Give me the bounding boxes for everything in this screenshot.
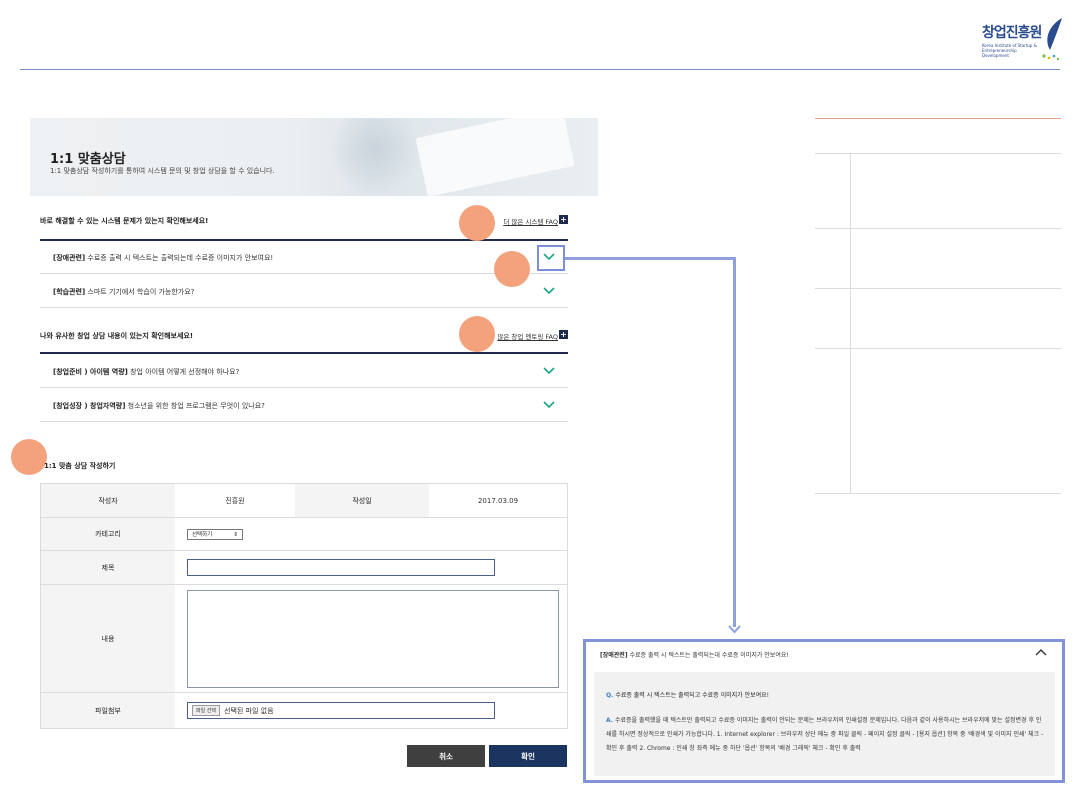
faq-item[interactable]: [창업성장 ) 창업자역량] 청소년을 위한 창업 프로그램은 무엇이 있나요?	[40, 389, 568, 422]
faq-item-text: [창업준비 ) 아이템 역량] 창업 아이템 어떻게 선정해야 하나요?	[53, 368, 240, 376]
category-selected: 선택하기	[192, 531, 213, 538]
header-divider	[20, 69, 1060, 70]
faq-answer-panel: [장애관련] 수료증 출력 시 텍스트는 출력되는데 수료증 이미지가 안보여요…	[583, 639, 1065, 783]
file-choose-button[interactable]: 파일 선택	[192, 705, 220, 716]
form-title: 1:1 맞춤 상담 작성하기	[44, 462, 116, 470]
more-mentoring-faq-link[interactable]: 많은 창업 멘토링 FAQ	[497, 331, 558, 341]
author-label: 작성자	[41, 484, 175, 517]
chevron-up-icon[interactable]	[1034, 648, 1048, 658]
sidebar-divider	[850, 153, 851, 494]
author-value: 진흥원	[225, 496, 245, 505]
banner-photo	[330, 118, 420, 196]
content-cell	[175, 585, 567, 692]
answer-text: A. 수료증을 출력했을 때 텍스트만 출력되고 수료증 이미지는 출력이 안되…	[606, 717, 1044, 752]
annotation-marker	[459, 316, 495, 352]
date-value: 2017.03.09	[477, 496, 519, 505]
more-system-faq-link[interactable]: 더 많은 시스템 FAQ	[503, 216, 558, 226]
sidebar-divider	[815, 493, 1061, 494]
faq-item-text: [장애관련] 수료증 출력 시 텍스트는 출력되는데 수료증 이미지가 안보여요…	[53, 254, 274, 262]
plus-icon[interactable]: +	[559, 330, 568, 339]
subject-label: 제목	[41, 551, 175, 584]
chevron-down-icon[interactable]	[542, 285, 556, 295]
content-textarea[interactable]	[187, 589, 559, 688]
annotation-connector	[565, 257, 735, 260]
page-title: 1:1 맞춤상담	[50, 152, 126, 167]
faq-item[interactable]: [창업준비 ) 아이템 역량] 창업 아이템 어떻게 선정해야 하나요?	[40, 355, 568, 388]
system-faq-heading: 바로 해결할 수 있는 시스템 문제가 있는지 확인해보세요!	[40, 217, 209, 225]
subject-cell	[175, 551, 567, 584]
annotation-marker	[459, 205, 495, 241]
category-cell: 선택하기 ⇕	[175, 518, 567, 550]
inquiry-form: 작성자 진흥원 작성일 2017.03.09 카테고리 선택하기 ⇕ 제목 내용…	[40, 483, 568, 729]
annotation-connector	[733, 257, 736, 627]
category-select[interactable]: 선택하기 ⇕	[187, 528, 243, 540]
page-banner: 1:1 맞춤상담 1:1 맞춤상담 작성하기를 통하여 시스템 문의 및 창업 …	[30, 118, 598, 196]
form-row-content: 내용	[41, 585, 567, 693]
logo-subtext: Korea Institute of Startup & Entrepreneu…	[982, 43, 1037, 58]
form-row-file: 파일첨부 파일 선택 선택된 파일 없음	[41, 693, 567, 728]
form-row-meta: 작성자 진흥원 작성일 2017.03.09	[41, 484, 567, 518]
file-status: 선택된 파일 없음	[224, 706, 274, 715]
plus-icon[interactable]: +	[559, 215, 568, 224]
section-divider	[40, 352, 568, 354]
annotation-marker	[11, 439, 47, 475]
sidebar-divider	[815, 153, 1061, 154]
select-arrows-icon: ⇕	[233, 531, 238, 538]
file-cell: 파일 선택 선택된 파일 없음	[175, 693, 567, 728]
page-description: 1:1 맞춤상담 작성하기를 통하여 시스템 문의 및 창업 상담을 할 수 있…	[50, 167, 275, 175]
confirm-button[interactable]: 확인	[489, 745, 567, 767]
faq-item-text: [창업성장 ) 창업자역량] 청소년을 위한 창업 프로그램은 무엇이 있나요?	[53, 402, 265, 410]
annotation-marker	[494, 251, 530, 287]
faq-item[interactable]: [장애관련] 수료증 출력 시 텍스트는 출력되는데 수료증 이미지가 안보여요…	[40, 241, 568, 274]
logo-swoosh-icon	[1042, 18, 1062, 61]
content-label: 내용	[41, 585, 175, 692]
mentoring-faq-heading: 나와 유사한 창업 상담 내용이 있는지 확인해보세요!	[40, 332, 194, 340]
sidebar-divider	[815, 348, 1061, 349]
annotation-highlight-box	[537, 245, 565, 271]
arrow-down-icon	[728, 625, 741, 634]
file-label: 파일첨부	[41, 693, 175, 728]
banner-photo-paper	[415, 118, 575, 196]
faq-item-text: [학습관련] 스마트 기기에서 학습이 가능한가요?	[53, 288, 195, 296]
subject-input[interactable]	[187, 559, 495, 576]
file-input[interactable]: 파일 선택 선택된 파일 없음	[187, 702, 495, 719]
brand-logo[interactable]: 창업진흥원 Korea Institute of Startup & Entre…	[968, 16, 1068, 64]
logo-text: 창업진흥원	[982, 25, 1042, 41]
form-row-category: 카테고리 선택하기 ⇕	[41, 518, 567, 551]
sidebar-divider	[815, 228, 1061, 229]
chevron-down-icon[interactable]	[542, 365, 556, 375]
category-label: 카테고리	[41, 518, 175, 550]
sidebar-divider	[815, 288, 1061, 289]
chevron-down-icon[interactable]	[542, 399, 556, 409]
cancel-button[interactable]: 취소	[407, 745, 485, 767]
form-row-subject: 제목	[41, 551, 567, 585]
faq-item[interactable]: [학습관련] 스마트 기기에서 학습이 가능한가요?	[40, 275, 568, 308]
sidebar-top-rule	[815, 118, 1061, 119]
date-label: 작성일	[295, 484, 429, 517]
answer-panel-title: [장애관련] 수료증 출력 시 텍스트는 출력되는데 수료증 이미지가 안보여요…	[600, 652, 789, 659]
answer-question: Q. 수료증 출력 시 텍스트는 출력되고 수료증 이미지가 안보여요!	[606, 692, 770, 699]
answer-body: Q. 수료증 출력 시 텍스트는 출력되고 수료증 이미지가 안보여요! A. …	[594, 672, 1055, 776]
